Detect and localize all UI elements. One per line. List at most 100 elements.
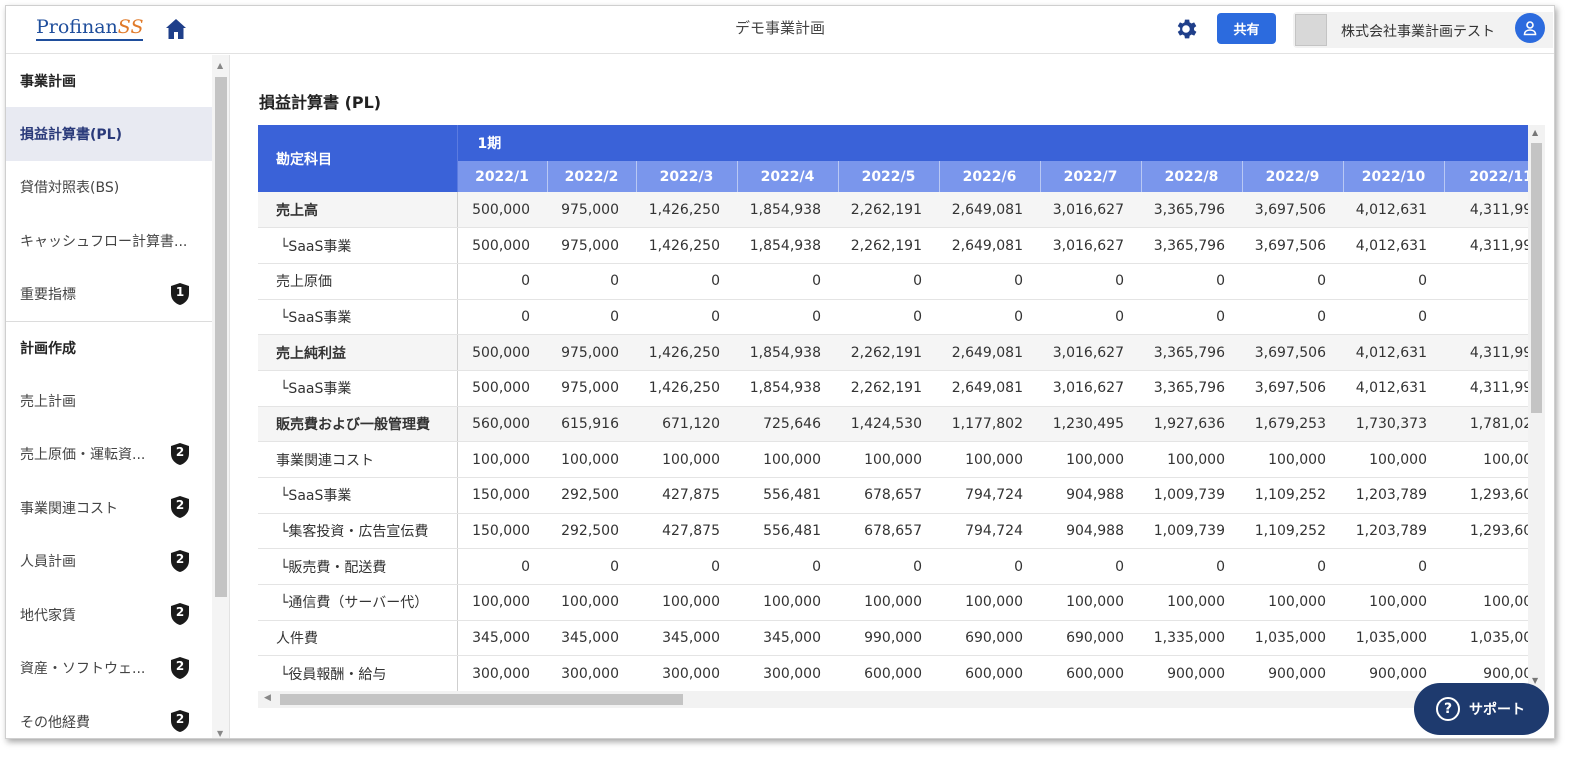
value-cell[interactable]: 556,481: [737, 477, 838, 514]
value-cell[interactable]: 100,000: [1242, 584, 1343, 621]
value-cell[interactable]: 3,365,796: [1141, 370, 1242, 407]
value-cell[interactable]: 300,000: [737, 655, 838, 691]
value-cell[interactable]: 0: [636, 299, 737, 336]
sidebar-item-other-expenses[interactable]: その他経費 2: [6, 695, 212, 738]
value-cell[interactable]: 3,697,506: [1242, 334, 1343, 371]
scroll-left-arrow-icon[interactable]: ◀: [264, 693, 271, 703]
value-cell[interactable]: 615,916: [547, 406, 636, 443]
value-cell[interactable]: 2,649,081: [939, 192, 1040, 229]
value-cell[interactable]: 0: [1141, 263, 1242, 300]
value-cell[interactable]: 1,426,250: [636, 227, 737, 264]
scrollbar-thumb[interactable]: [280, 694, 683, 705]
value-cell[interactable]: 904,988: [1040, 477, 1141, 514]
value-cell[interactable]: 0: [1141, 299, 1242, 336]
value-cell[interactable]: 0: [737, 548, 838, 586]
value-cell[interactable]: 500,000: [457, 227, 547, 264]
value-cell[interactable]: 500,000: [457, 370, 547, 407]
value-cell[interactable]: 3,016,627: [1040, 192, 1141, 229]
value-cell[interactable]: 0: [939, 263, 1040, 300]
value-cell[interactable]: 671,120: [636, 406, 737, 443]
value-cell[interactable]: 975,000: [547, 227, 636, 264]
scroll-up-arrow-icon[interactable]: ▲: [217, 61, 223, 70]
value-cell[interactable]: 975,000: [547, 370, 636, 407]
value-cell[interactable]: 100,000: [939, 441, 1040, 478]
value-cell[interactable]: 1,230,495: [1040, 406, 1141, 443]
gear-icon[interactable]: [1173, 16, 1199, 42]
value-cell[interactable]: 100,000: [1141, 441, 1242, 478]
sidebar-item-sales-plan[interactable]: 売上計画: [6, 374, 212, 428]
value-cell[interactable]: 1,781,020: [1444, 406, 1528, 443]
value-cell[interactable]: 3,016,627: [1040, 370, 1141, 407]
value-cell[interactable]: 0: [636, 548, 737, 586]
value-cell[interactable]: 4,311,999: [1444, 192, 1528, 229]
value-cell[interactable]: 1,203,789: [1343, 477, 1444, 514]
value-cell[interactable]: 100,000: [838, 584, 939, 621]
value-cell[interactable]: 0: [1040, 548, 1141, 586]
value-cell[interactable]: 725,646: [737, 406, 838, 443]
scroll-down-arrow-icon[interactable]: ▼: [1532, 676, 1538, 685]
value-cell[interactable]: 1,426,250: [636, 192, 737, 229]
sidebar-item-assets[interactable]: 資産・ソフトウェ... 2: [6, 642, 212, 696]
value-cell[interactable]: 100,000: [636, 441, 737, 478]
value-cell[interactable]: 600,000: [939, 655, 1040, 691]
value-cell[interactable]: 292,500: [547, 513, 636, 550]
sidebar-item-cost-of-sales[interactable]: 売上原価・運転資... 2: [6, 428, 212, 482]
value-cell[interactable]: 794,724: [939, 477, 1040, 514]
value-cell[interactable]: 3,016,627: [1040, 334, 1141, 371]
value-cell[interactable]: 678,657: [838, 513, 939, 550]
value-cell[interactable]: 2,649,081: [939, 370, 1040, 407]
value-cell[interactable]: 560,000: [457, 406, 547, 443]
value-cell[interactable]: 1,009,739: [1141, 477, 1242, 514]
value-cell[interactable]: 0: [547, 299, 636, 336]
value-cell[interactable]: 2,262,191: [838, 192, 939, 229]
value-cell[interactable]: 0: [457, 548, 547, 586]
value-cell[interactable]: 3,365,796: [1141, 192, 1242, 229]
value-cell[interactable]: 1,730,373: [1343, 406, 1444, 443]
value-cell[interactable]: 4,311,999: [1444, 370, 1528, 407]
value-cell[interactable]: 4,012,631: [1343, 370, 1444, 407]
value-cell[interactable]: 1,426,250: [636, 370, 737, 407]
value-cell[interactable]: 1,293,600: [1444, 477, 1528, 514]
value-cell[interactable]: 500,000: [457, 192, 547, 229]
value-cell[interactable]: 100,000: [457, 441, 547, 478]
value-cell[interactable]: 300,000: [636, 655, 737, 691]
sidebar-item-kpi[interactable]: 重要指標 1: [6, 268, 212, 322]
sidebar-item-business-cost[interactable]: 事業関連コスト 2: [6, 481, 212, 535]
value-cell[interactable]: 500,000: [457, 334, 547, 371]
value-cell[interactable]: 100,000: [1242, 441, 1343, 478]
value-cell[interactable]: 1,203,789: [1343, 513, 1444, 550]
value-cell[interactable]: 100,000: [737, 584, 838, 621]
value-cell[interactable]: 345,000: [457, 620, 547, 657]
share-button[interactable]: 共有: [1217, 13, 1276, 44]
value-cell[interactable]: 1,293,600: [1444, 513, 1528, 550]
sidebar-scrollbar[interactable]: ▲ ▼: [212, 55, 229, 738]
value-cell[interactable]: 3,365,796: [1141, 227, 1242, 264]
value-cell[interactable]: 3,697,506: [1242, 192, 1343, 229]
value-cell[interactable]: 0: [1444, 299, 1528, 336]
table-horizontal-scrollbar[interactable]: ◀: [258, 691, 1528, 708]
value-cell[interactable]: 794,724: [939, 513, 1040, 550]
value-cell[interactable]: 100,000: [636, 584, 737, 621]
sidebar-item-bs[interactable]: 貸借対照表(BS): [6, 161, 212, 215]
value-cell[interactable]: 100,000: [1040, 441, 1141, 478]
value-cell[interactable]: 4,012,631: [1343, 334, 1444, 371]
value-cell[interactable]: 0: [457, 299, 547, 336]
value-cell[interactable]: 1,854,938: [737, 192, 838, 229]
value-cell[interactable]: 1,335,000: [1141, 620, 1242, 657]
scrollbar-thumb[interactable]: [215, 77, 227, 597]
value-cell[interactable]: 3,365,796: [1141, 334, 1242, 371]
value-cell[interactable]: 1,424,530: [838, 406, 939, 443]
value-cell[interactable]: 556,481: [737, 513, 838, 550]
value-cell[interactable]: 0: [1343, 263, 1444, 300]
value-cell[interactable]: 0: [737, 299, 838, 336]
scroll-down-arrow-icon[interactable]: ▼: [217, 729, 223, 738]
value-cell[interactable]: 100,000: [1343, 441, 1444, 478]
value-cell[interactable]: 427,875: [636, 477, 737, 514]
value-cell[interactable]: 0: [1242, 263, 1343, 300]
value-cell[interactable]: 3,016,627: [1040, 227, 1141, 264]
value-cell[interactable]: 300,000: [547, 655, 636, 691]
value-cell[interactable]: 904,988: [1040, 513, 1141, 550]
value-cell[interactable]: 1,927,636: [1141, 406, 1242, 443]
value-cell[interactable]: 0: [547, 548, 636, 586]
value-cell[interactable]: 292,500: [547, 477, 636, 514]
